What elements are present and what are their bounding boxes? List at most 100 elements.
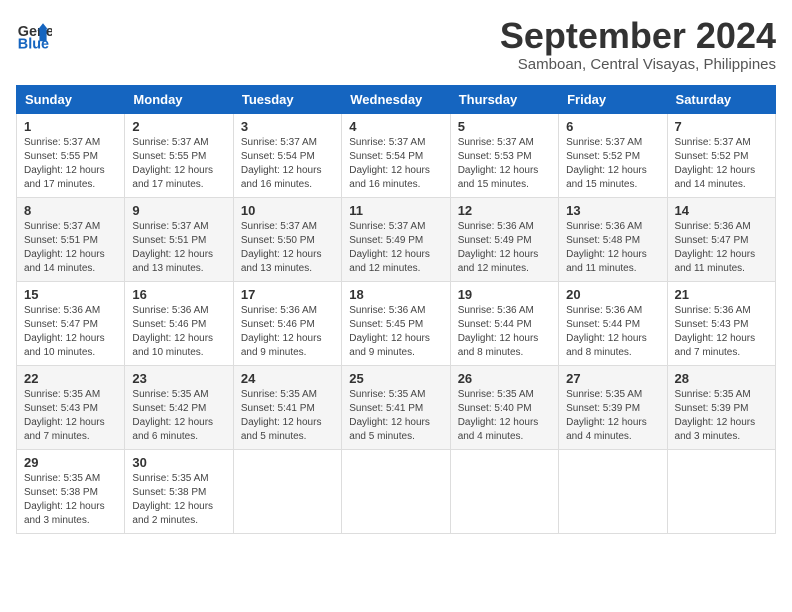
calendar-cell: 25 Sunrise: 5:35 AM Sunset: 5:41 PM Dayl… — [342, 365, 450, 449]
day-info: Sunrise: 5:37 AM Sunset: 5:54 PM Dayligh… — [349, 136, 442, 192]
calendar-cell: 29 Sunrise: 5:35 AM Sunset: 5:38 PM Dayl… — [17, 449, 125, 533]
calendar-cell: 24 Sunrise: 5:35 AM Sunset: 5:41 PM Dayl… — [233, 365, 341, 449]
day-info: Sunrise: 5:36 AM Sunset: 5:47 PM Dayligh… — [675, 220, 768, 276]
calendar-week-row: 8 Sunrise: 5:37 AM Sunset: 5:51 PM Dayli… — [17, 197, 776, 281]
calendar-cell: 21 Sunrise: 5:36 AM Sunset: 5:43 PM Dayl… — [667, 281, 775, 365]
day-number: 10 — [241, 203, 334, 218]
col-friday: Friday — [559, 85, 667, 113]
day-number: 25 — [349, 371, 442, 386]
day-number: 22 — [24, 371, 117, 386]
day-number: 18 — [349, 287, 442, 302]
calendar-cell: 28 Sunrise: 5:35 AM Sunset: 5:39 PM Dayl… — [667, 365, 775, 449]
day-info: Sunrise: 5:35 AM Sunset: 5:39 PM Dayligh… — [566, 388, 659, 444]
day-info: Sunrise: 5:37 AM Sunset: 5:49 PM Dayligh… — [349, 220, 442, 276]
day-number: 3 — [241, 119, 334, 134]
col-saturday: Saturday — [667, 85, 775, 113]
calendar-cell: 10 Sunrise: 5:37 AM Sunset: 5:50 PM Dayl… — [233, 197, 341, 281]
calendar-week-row: 29 Sunrise: 5:35 AM Sunset: 5:38 PM Dayl… — [17, 449, 776, 533]
day-info: Sunrise: 5:36 AM Sunset: 5:43 PM Dayligh… — [675, 304, 768, 360]
day-number: 26 — [458, 371, 551, 386]
day-number: 2 — [132, 119, 225, 134]
day-number: 9 — [132, 203, 225, 218]
day-info: Sunrise: 5:35 AM Sunset: 5:39 PM Dayligh… — [675, 388, 768, 444]
day-info: Sunrise: 5:37 AM Sunset: 5:55 PM Dayligh… — [24, 136, 117, 192]
calendar-header-row: Sunday Monday Tuesday Wednesday Thursday… — [17, 85, 776, 113]
calendar-cell: 19 Sunrise: 5:36 AM Sunset: 5:44 PM Dayl… — [450, 281, 558, 365]
calendar-cell: 5 Sunrise: 5:37 AM Sunset: 5:53 PM Dayli… — [450, 113, 558, 197]
col-thursday: Thursday — [450, 85, 558, 113]
col-wednesday: Wednesday — [342, 85, 450, 113]
day-number: 29 — [24, 455, 117, 470]
col-tuesday: Tuesday — [233, 85, 341, 113]
logo: General Blue — [16, 16, 52, 52]
day-number: 19 — [458, 287, 551, 302]
calendar-cell: 30 Sunrise: 5:35 AM Sunset: 5:38 PM Dayl… — [125, 449, 233, 533]
calendar-cell: 2 Sunrise: 5:37 AM Sunset: 5:55 PM Dayli… — [125, 113, 233, 197]
calendar-cell: 20 Sunrise: 5:36 AM Sunset: 5:44 PM Dayl… — [559, 281, 667, 365]
calendar-week-row: 1 Sunrise: 5:37 AM Sunset: 5:55 PM Dayli… — [17, 113, 776, 197]
calendar-cell: 13 Sunrise: 5:36 AM Sunset: 5:48 PM Dayl… — [559, 197, 667, 281]
day-number: 27 — [566, 371, 659, 386]
day-number: 11 — [349, 203, 442, 218]
day-info: Sunrise: 5:36 AM Sunset: 5:48 PM Dayligh… — [566, 220, 659, 276]
day-number: 24 — [241, 371, 334, 386]
calendar-cell: 4 Sunrise: 5:37 AM Sunset: 5:54 PM Dayli… — [342, 113, 450, 197]
day-number: 14 — [675, 203, 768, 218]
day-info: Sunrise: 5:35 AM Sunset: 5:38 PM Dayligh… — [132, 472, 225, 528]
calendar-cell: 15 Sunrise: 5:36 AM Sunset: 5:47 PM Dayl… — [17, 281, 125, 365]
day-info: Sunrise: 5:35 AM Sunset: 5:40 PM Dayligh… — [458, 388, 551, 444]
day-info: Sunrise: 5:35 AM Sunset: 5:38 PM Dayligh… — [24, 472, 117, 528]
calendar-cell: 8 Sunrise: 5:37 AM Sunset: 5:51 PM Dayli… — [17, 197, 125, 281]
day-number: 8 — [24, 203, 117, 218]
day-info: Sunrise: 5:35 AM Sunset: 5:41 PM Dayligh… — [349, 388, 442, 444]
calendar-cell — [342, 449, 450, 533]
day-number: 23 — [132, 371, 225, 386]
calendar-cell: 1 Sunrise: 5:37 AM Sunset: 5:55 PM Dayli… — [17, 113, 125, 197]
calendar-week-row: 22 Sunrise: 5:35 AM Sunset: 5:43 PM Dayl… — [17, 365, 776, 449]
day-info: Sunrise: 5:37 AM Sunset: 5:51 PM Dayligh… — [132, 220, 225, 276]
day-info: Sunrise: 5:37 AM Sunset: 5:50 PM Dayligh… — [241, 220, 334, 276]
calendar-cell: 12 Sunrise: 5:36 AM Sunset: 5:49 PM Dayl… — [450, 197, 558, 281]
calendar-cell: 17 Sunrise: 5:36 AM Sunset: 5:46 PM Dayl… — [233, 281, 341, 365]
calendar-cell: 23 Sunrise: 5:35 AM Sunset: 5:42 PM Dayl… — [125, 365, 233, 449]
calendar-table: Sunday Monday Tuesday Wednesday Thursday… — [16, 85, 776, 534]
location-subtitle: Samboan, Central Visayas, Philippines — [500, 56, 776, 73]
day-info: Sunrise: 5:37 AM Sunset: 5:51 PM Dayligh… — [24, 220, 117, 276]
calendar-cell: 6 Sunrise: 5:37 AM Sunset: 5:52 PM Dayli… — [559, 113, 667, 197]
day-info: Sunrise: 5:35 AM Sunset: 5:41 PM Dayligh… — [241, 388, 334, 444]
day-info: Sunrise: 5:37 AM Sunset: 5:52 PM Dayligh… — [566, 136, 659, 192]
day-number: 7 — [675, 119, 768, 134]
day-number: 5 — [458, 119, 551, 134]
day-info: Sunrise: 5:36 AM Sunset: 5:44 PM Dayligh… — [458, 304, 551, 360]
day-info: Sunrise: 5:36 AM Sunset: 5:46 PM Dayligh… — [132, 304, 225, 360]
calendar-cell — [233, 449, 341, 533]
day-info: Sunrise: 5:35 AM Sunset: 5:43 PM Dayligh… — [24, 388, 117, 444]
day-info: Sunrise: 5:36 AM Sunset: 5:45 PM Dayligh… — [349, 304, 442, 360]
day-number: 28 — [675, 371, 768, 386]
day-number: 16 — [132, 287, 225, 302]
day-info: Sunrise: 5:36 AM Sunset: 5:46 PM Dayligh… — [241, 304, 334, 360]
day-info: Sunrise: 5:36 AM Sunset: 5:44 PM Dayligh… — [566, 304, 659, 360]
day-number: 13 — [566, 203, 659, 218]
day-number: 15 — [24, 287, 117, 302]
calendar-cell: 18 Sunrise: 5:36 AM Sunset: 5:45 PM Dayl… — [342, 281, 450, 365]
calendar-cell: 27 Sunrise: 5:35 AM Sunset: 5:39 PM Dayl… — [559, 365, 667, 449]
day-number: 6 — [566, 119, 659, 134]
day-number: 12 — [458, 203, 551, 218]
day-info: Sunrise: 5:37 AM Sunset: 5:53 PM Dayligh… — [458, 136, 551, 192]
day-number: 30 — [132, 455, 225, 470]
title-section: September 2024 Samboan, Central Visayas,… — [500, 16, 776, 73]
calendar-cell: 11 Sunrise: 5:37 AM Sunset: 5:49 PM Dayl… — [342, 197, 450, 281]
day-number: 4 — [349, 119, 442, 134]
day-number: 17 — [241, 287, 334, 302]
day-info: Sunrise: 5:35 AM Sunset: 5:42 PM Dayligh… — [132, 388, 225, 444]
day-info: Sunrise: 5:36 AM Sunset: 5:49 PM Dayligh… — [458, 220, 551, 276]
day-info: Sunrise: 5:37 AM Sunset: 5:54 PM Dayligh… — [241, 136, 334, 192]
calendar-cell: 7 Sunrise: 5:37 AM Sunset: 5:52 PM Dayli… — [667, 113, 775, 197]
day-number: 1 — [24, 119, 117, 134]
logo-icon: General Blue — [16, 16, 52, 52]
month-title: September 2024 — [500, 16, 776, 56]
calendar-cell: 3 Sunrise: 5:37 AM Sunset: 5:54 PM Dayli… — [233, 113, 341, 197]
calendar-cell — [450, 449, 558, 533]
calendar-cell: 14 Sunrise: 5:36 AM Sunset: 5:47 PM Dayl… — [667, 197, 775, 281]
